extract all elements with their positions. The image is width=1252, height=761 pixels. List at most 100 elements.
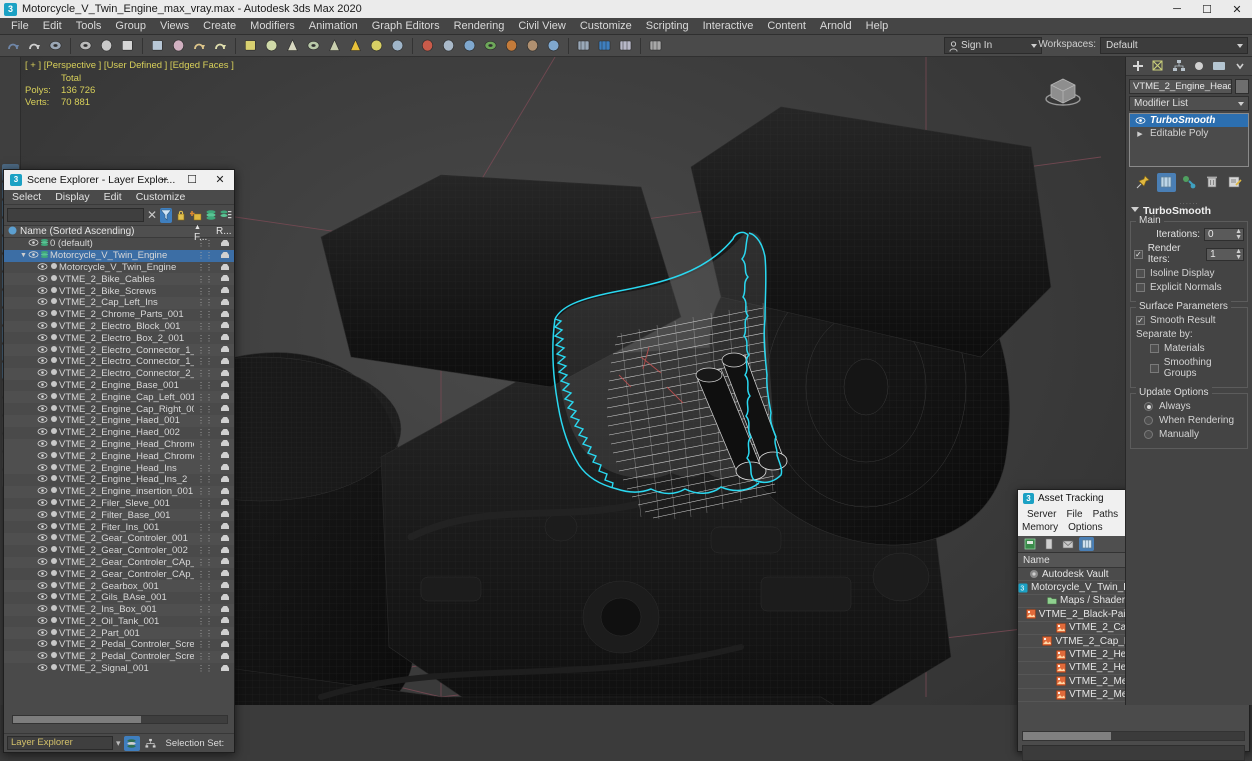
visibility-eye-icon[interactable] bbox=[37, 663, 48, 674]
scene-explorer-row[interactable]: VTME_2_Oil_Tank_001 ⋮⋮ bbox=[4, 616, 234, 628]
frozen-toggle-icon[interactable]: ⋮⋮ bbox=[194, 464, 216, 473]
frozen-toggle-icon[interactable]: ⋮⋮ bbox=[194, 617, 216, 626]
scene-explorer-row[interactable]: VTME_2_Fiter_Ins_001 ⋮⋮ bbox=[4, 521, 234, 533]
box-icon[interactable] bbox=[241, 36, 260, 55]
frozen-toggle-icon[interactable]: ⋮⋮ bbox=[194, 605, 216, 614]
renderable-toggle-icon[interactable] bbox=[216, 580, 234, 592]
frozen-toggle-icon[interactable]: ⋮⋮ bbox=[194, 322, 216, 331]
renderable-toggle-icon[interactable] bbox=[216, 427, 234, 439]
renderable-toggle-icon[interactable] bbox=[216, 379, 234, 391]
remove-modifier-icon[interactable] bbox=[1203, 173, 1222, 192]
frozen-toggle-icon[interactable]: ⋮⋮ bbox=[194, 405, 216, 414]
scene-explorer-row[interactable]: VTME_2_Engine_Haed_001 ⋮⋮ bbox=[4, 414, 234, 427]
frozen-toggle-icon[interactable]: ⋮⋮ bbox=[194, 629, 216, 638]
menu-graph-editors[interactable]: Graph Editors bbox=[365, 18, 447, 34]
frozen-toggle-icon[interactable]: ⋮⋮ bbox=[194, 523, 216, 532]
open-file-icon[interactable] bbox=[1022, 537, 1037, 551]
scene-explorer-row[interactable]: VTME_2_Filter_Base_001 ⋮⋮ bbox=[4, 509, 234, 522]
renderable-toggle-icon[interactable] bbox=[216, 545, 234, 557]
render-production-icon[interactable] bbox=[460, 36, 479, 55]
menu-animation[interactable]: Animation bbox=[302, 18, 365, 34]
renderable-toggle-icon[interactable] bbox=[216, 356, 234, 368]
always-radio[interactable] bbox=[1144, 402, 1153, 411]
scene-explorer-row[interactable]: VTME_2_Engine_Head_Chrome_Parts_002⋮⋮ bbox=[4, 450, 234, 463]
scene-explorer-row[interactable]: VTME_2_Chrome_Parts_001 ⋮⋮ bbox=[4, 309, 234, 321]
scene-explorer-row[interactable]: VTME_2_Gils_BAse_001 ⋮⋮ bbox=[4, 592, 234, 604]
sx-close-button[interactable]: ✕ bbox=[206, 170, 234, 190]
renderable-toggle-icon[interactable] bbox=[216, 309, 234, 321]
asset-tracking-hscrollbar[interactable] bbox=[1022, 731, 1245, 741]
manually-row[interactable]: Manually bbox=[1144, 429, 1244, 440]
minimize-button[interactable]: ─ bbox=[1162, 0, 1192, 18]
render-setup-icon[interactable] bbox=[418, 36, 437, 55]
configure-sets-icon[interactable] bbox=[1226, 173, 1245, 192]
visibility-eye-icon[interactable] bbox=[37, 592, 48, 603]
renderable-toggle-icon[interactable] bbox=[216, 238, 234, 250]
scene-explorer-row[interactable]: VTME_2_Pedal_Controler_Screws_002⋮⋮ bbox=[4, 650, 234, 663]
scene-explorer-row[interactable]: 0 (default) ⋮⋮ bbox=[4, 238, 234, 250]
renderable-toggle-icon[interactable] bbox=[216, 403, 234, 415]
expand-arrow-icon[interactable]: ▶ bbox=[1137, 130, 1142, 138]
menu-content[interactable]: Content bbox=[760, 18, 813, 34]
frozen-toggle-icon[interactable]: ⋮⋮ bbox=[194, 452, 216, 461]
visibility-eye-icon[interactable] bbox=[37, 392, 48, 403]
select-link-icon[interactable] bbox=[46, 36, 65, 55]
visibility-eye-icon[interactable] bbox=[37, 510, 48, 521]
menu-civil-view[interactable]: Civil View bbox=[511, 18, 572, 34]
save-file-icon[interactable] bbox=[1041, 537, 1056, 551]
unlink-icon[interactable] bbox=[76, 36, 95, 55]
frozen-toggle-icon[interactable]: ⋮⋮ bbox=[194, 664, 216, 673]
renderable-toggle-icon[interactable] bbox=[216, 320, 234, 332]
select-object-icon[interactable] bbox=[118, 36, 137, 55]
visibility-eye-icon[interactable] bbox=[37, 262, 48, 273]
scene-explorer-menu-display[interactable]: Display bbox=[55, 191, 89, 203]
scene-explorer-row[interactable]: VTME_2_Filer_Sleve_001 ⋮⋮ bbox=[4, 498, 234, 510]
visibility-eye-icon[interactable] bbox=[37, 321, 48, 332]
material-editor-icon[interactable] bbox=[388, 36, 407, 55]
renderable-toggle-icon[interactable] bbox=[216, 627, 234, 639]
object-color-swatch[interactable] bbox=[1235, 79, 1249, 94]
scene-explorer-menu-select[interactable]: Select bbox=[12, 191, 41, 203]
frozen-toggle-icon[interactable]: ⋮⋮ bbox=[194, 652, 216, 661]
frozen-toggle-icon[interactable]: ⋮⋮ bbox=[194, 393, 216, 402]
scene-explorer-row[interactable]: VTME_2_Electro_Block_001 ⋮⋮ bbox=[4, 320, 234, 333]
visibility-eye-icon[interactable] bbox=[37, 356, 48, 367]
modify-tab[interactable] bbox=[1150, 58, 1167, 74]
visibility-eye-icon[interactable] bbox=[37, 404, 48, 415]
scene-explorer-row[interactable]: VTME_2_Bike_Cables ⋮⋮ bbox=[4, 273, 234, 286]
visibility-eye-icon[interactable] bbox=[37, 569, 48, 580]
utilities-tab[interactable] bbox=[1231, 58, 1248, 74]
renderable-toggle-icon[interactable] bbox=[216, 639, 234, 651]
menu-help[interactable]: Help bbox=[859, 18, 896, 34]
asset-tracking-icon[interactable] bbox=[574, 36, 593, 55]
omni-light-icon[interactable] bbox=[367, 36, 386, 55]
render-frame-icon[interactable] bbox=[439, 36, 458, 55]
scene-explorer-row[interactable]: VTME_2_Gear_Controler_001 ⋮⋮ bbox=[4, 532, 234, 545]
frozen-toggle-icon[interactable]: ⋮⋮ bbox=[194, 275, 216, 284]
scene-explorer-row[interactable]: VTME_2_Gearbox_001 ⋮⋮ bbox=[4, 580, 234, 592]
smooth-result-row[interactable]: ✓ Smooth Result bbox=[1136, 315, 1244, 326]
scene-explorer-row[interactable]: VTME_2_Bike_Screws ⋮⋮ bbox=[4, 285, 234, 297]
scene-explorer-row[interactable]: VTME_2_Engine_insertion_001 ⋮⋮ bbox=[4, 485, 234, 498]
scene-explorer-row[interactable]: VTME_2_Engine_Cap_Left_001 ⋮⋮ bbox=[4, 391, 234, 404]
scene-explorer-row[interactable]: VTME_2_Engine_Head_Ins ⋮⋮ bbox=[4, 462, 234, 474]
create-tab[interactable] bbox=[1130, 58, 1147, 74]
filter-icon[interactable] bbox=[160, 207, 173, 223]
scene-converter-icon[interactable] bbox=[544, 36, 563, 55]
frozen-toggle-icon[interactable]: ⋮⋮ bbox=[194, 511, 216, 520]
frozen-toggle-icon[interactable]: ⋮⋮ bbox=[194, 428, 216, 437]
scene-explorer-row[interactable]: VTME_2_Gear_Controler_CAp_001⋮⋮ bbox=[4, 556, 234, 569]
explicit-normals-checkbox[interactable] bbox=[1136, 283, 1145, 292]
redo-icon[interactable] bbox=[25, 36, 44, 55]
frozen-toggle-icon[interactable]: ⋮⋮ bbox=[194, 263, 216, 272]
teapot-icon[interactable] bbox=[283, 36, 302, 55]
scene-explorer-row[interactable]: VTME_2_Engine_Base_001 ⋮⋮ bbox=[4, 380, 234, 392]
visibility-eye-icon[interactable] bbox=[37, 486, 48, 497]
renderable-toggle-icon[interactable] bbox=[216, 438, 234, 450]
frozen-toggle-icon[interactable]: ⋮⋮ bbox=[194, 593, 216, 602]
manually-radio[interactable] bbox=[1144, 430, 1153, 439]
menu-rendering[interactable]: Rendering bbox=[447, 18, 512, 34]
renderable-toggle-icon[interactable] bbox=[216, 262, 234, 274]
align-icon[interactable] bbox=[211, 36, 230, 55]
select-region-icon[interactable] bbox=[169, 36, 188, 55]
